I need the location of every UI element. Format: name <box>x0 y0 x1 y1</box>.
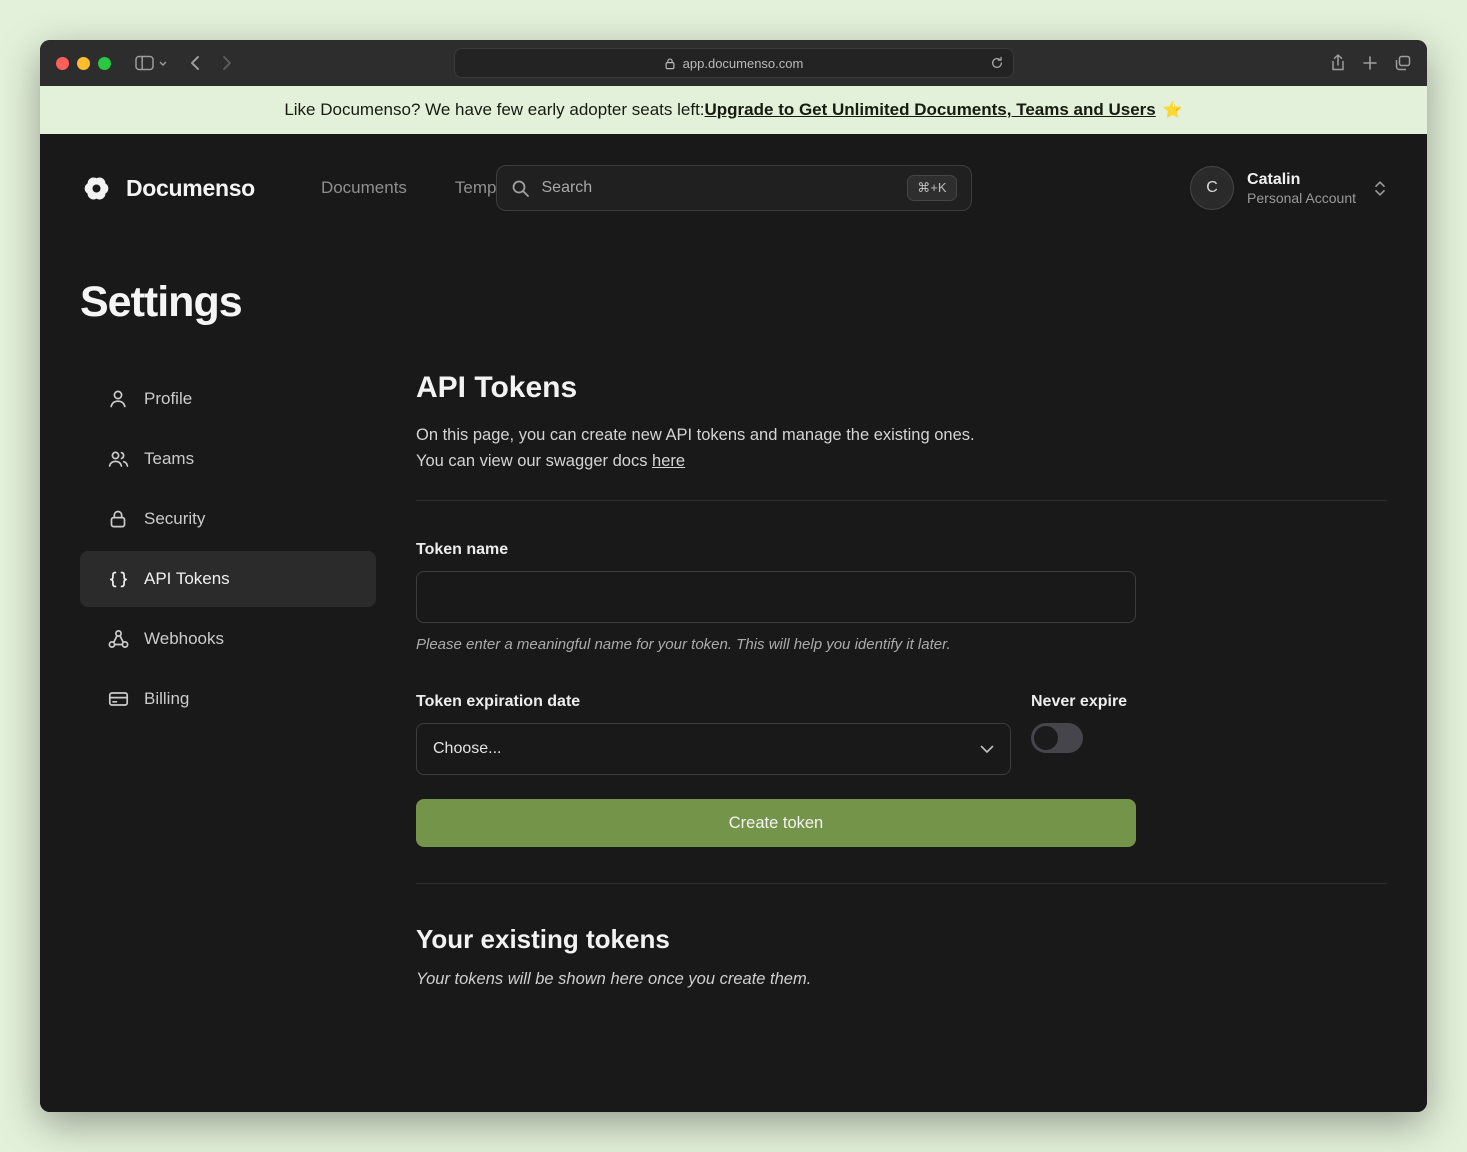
sidebar-item-label: Teams <box>144 449 194 469</box>
swagger-docs-link[interactable]: here <box>652 452 685 470</box>
ssl-lock-icon <box>664 57 676 70</box>
sidebar-item-label: Webhooks <box>144 629 224 649</box>
star-emoji-icon: ⭐ <box>1163 100 1183 120</box>
back-button[interactable] <box>189 55 200 71</box>
browser-titlebar: app.documenso.com <box>40 40 1427 86</box>
sidebar-item-webhooks[interactable]: Webhooks <box>80 611 376 667</box>
page-title: Settings <box>80 278 1387 327</box>
sidebar-toggle-icon[interactable] <box>135 55 167 71</box>
chevrons-up-down-icon <box>1373 180 1387 197</box>
search-bar[interactable]: Search ⌘+K <box>496 165 972 211</box>
toggle-knob <box>1034 726 1058 750</box>
token-name-hint: Please enter a meaningful name for your … <box>416 636 1136 653</box>
chevron-down-icon <box>980 745 994 754</box>
webhook-icon <box>107 629 129 649</box>
section-title: API Tokens <box>416 371 1387 405</box>
window-controls <box>56 57 111 70</box>
users-icon <box>107 449 129 469</box>
user-icon <box>107 389 129 409</box>
new-tab-icon[interactable] <box>1362 55 1378 71</box>
account-menu[interactable]: C Catalin Personal Account <box>1190 166 1387 210</box>
lock-icon <box>107 509 129 529</box>
divider <box>416 500 1387 501</box>
promo-text: Like Documenso? We have few early adopte… <box>284 100 704 120</box>
search-shortcut-badge: ⌘+K <box>907 175 956 201</box>
search-icon <box>511 179 530 198</box>
never-expire-toggle[interactable] <box>1031 723 1083 753</box>
sidebar-item-teams[interactable]: Teams <box>80 431 376 487</box>
expiration-selected-value: Choose... <box>433 740 501 758</box>
minimize-window-button[interactable] <box>77 57 90 70</box>
sidebar-item-security[interactable]: Security <box>80 491 376 547</box>
sidebar-item-label: Profile <box>144 389 192 409</box>
section-description: On this page, you can create new API tok… <box>416 423 1387 474</box>
share-icon[interactable] <box>1330 54 1346 72</box>
expiration-select[interactable]: Choose... <box>416 723 1011 775</box>
sidebar-item-billing[interactable]: Billing <box>80 671 376 727</box>
token-name-input[interactable] <box>416 571 1136 623</box>
close-window-button[interactable] <box>56 57 69 70</box>
existing-tokens-title: Your existing tokens <box>416 924 1387 955</box>
sidebar-item-label: Security <box>144 509 205 529</box>
never-expire-label: Never expire <box>1031 693 1136 711</box>
account-type: Personal Account <box>1247 190 1356 206</box>
user-name: Catalin <box>1247 170 1356 191</box>
app-content: Documenso Documents Templates Search ⌘+K… <box>40 134 1427 1112</box>
sidebar-item-label: API Tokens <box>144 569 230 589</box>
forward-button[interactable] <box>222 55 233 71</box>
url-text: app.documenso.com <box>683 56 804 71</box>
zoom-window-button[interactable] <box>98 57 111 70</box>
promo-banner: Like Documenso? We have few early adopte… <box>40 86 1427 134</box>
refresh-icon[interactable] <box>990 55 1004 71</box>
credit-card-icon <box>107 689 129 709</box>
nav-documents[interactable]: Documents <box>321 178 407 198</box>
settings-sidebar: Profile Teams Security <box>80 371 376 989</box>
existing-tokens-empty-text: Your tokens will be shown here once you … <box>416 970 1387 989</box>
divider <box>416 883 1387 884</box>
brand[interactable]: Documenso <box>80 172 255 205</box>
sidebar-item-api-tokens[interactable]: API Tokens <box>80 551 376 607</box>
browser-window: app.documenso.com Like Documenso? We hav… <box>40 40 1427 1112</box>
create-token-button[interactable]: Create token <box>416 799 1136 847</box>
sidebar-item-profile[interactable]: Profile <box>80 371 376 427</box>
search-placeholder: Search <box>542 179 593 197</box>
sidebar-item-label: Billing <box>144 689 189 709</box>
braces-icon <box>107 570 129 589</box>
documenso-logo-icon <box>80 172 113 205</box>
tab-overview-icon[interactable] <box>1394 55 1411 71</box>
token-name-label: Token name <box>416 541 1136 559</box>
api-tokens-section: API Tokens On this page, you can create … <box>416 371 1387 989</box>
expiration-label: Token expiration date <box>416 693 1011 711</box>
brand-name: Documenso <box>126 175 255 202</box>
upgrade-link[interactable]: Upgrade to Get Unlimited Documents, Team… <box>705 100 1156 120</box>
app-header: Documenso Documents Templates Search ⌘+K… <box>80 162 1387 214</box>
avatar: C <box>1190 166 1234 210</box>
address-bar[interactable]: app.documenso.com <box>454 48 1014 78</box>
